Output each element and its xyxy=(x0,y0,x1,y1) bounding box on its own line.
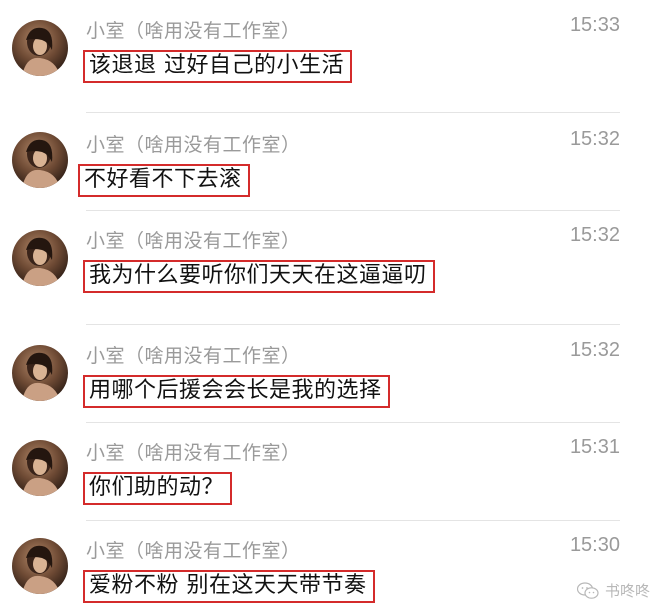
avatar-photo-icon xyxy=(22,237,60,286)
message-item[interactable]: 小室（啥用没有工作室） 15:30 爱粉不粉 别在这天天带节奏 xyxy=(0,534,620,612)
message-time: 15:30 xyxy=(569,534,620,556)
message-item[interactable]: 小室（啥用没有工作室） 15:33 该退退 过好自己的小生活 xyxy=(0,14,620,106)
wechat-icon xyxy=(576,581,599,599)
watermark-text: 书咚咚 xyxy=(604,582,650,600)
avatar-photo-icon xyxy=(22,545,60,594)
sender-name: 小室（啥用没有工作室） xyxy=(86,230,301,252)
message-text: 爱粉不粉 别在这天天带节奏 xyxy=(83,570,375,603)
message-list: 小室（啥用没有工作室） 15:33 该退退 过好自己的小生活 小室（啥用没有工作… xyxy=(0,0,664,615)
sender-name: 小室（啥用没有工作室） xyxy=(86,540,301,562)
message-time: 15:31 xyxy=(569,436,620,458)
message-text: 用哪个后援会会长是我的选择 xyxy=(83,375,390,408)
message-time: 15:33 xyxy=(569,14,620,36)
avatar-photo-icon xyxy=(22,352,60,401)
message-item[interactable]: 小室（啥用没有工作室） 15:31 你们助的动？ xyxy=(0,436,620,518)
divider xyxy=(86,324,620,325)
avatar-photo-icon xyxy=(22,139,60,188)
sender-name: 小室（啥用没有工作室） xyxy=(86,442,301,464)
divider xyxy=(86,422,620,423)
sender-name: 小室（啥用没有工作室） xyxy=(86,345,301,367)
message-time: 15:32 xyxy=(569,339,620,361)
avatar[interactable] xyxy=(12,132,68,188)
sender-name: 小室（啥用没有工作室） xyxy=(86,20,301,42)
message-text: 你们助的动？ xyxy=(83,472,233,505)
avatar[interactable] xyxy=(12,345,68,401)
message-item[interactable]: 小室（啥用没有工作室） 15:32 不好看不下去滚 xyxy=(0,128,620,210)
avatar[interactable] xyxy=(12,538,68,594)
message-text: 该退退 过好自己的小生活 xyxy=(83,50,352,83)
avatar-photo-icon xyxy=(22,27,60,76)
avatar[interactable] xyxy=(12,20,68,76)
avatar-photo-icon xyxy=(22,447,60,496)
message-item[interactable]: 小室（啥用没有工作室） 15:32 用哪个后援会会长是我的选择 xyxy=(0,339,620,421)
message-text: 我为什么要听你们天天在这逼逼叨 xyxy=(83,260,435,293)
message-item[interactable]: 小室（啥用没有工作室） 15:32 我为什么要听你们天天在这逼逼叨 xyxy=(0,224,620,316)
message-text: 不好看不下去滚 xyxy=(78,164,250,197)
avatar[interactable] xyxy=(12,230,68,286)
divider xyxy=(86,210,620,211)
divider xyxy=(86,520,620,521)
sender-name: 小室（啥用没有工作室） xyxy=(86,134,301,156)
message-time: 15:32 xyxy=(569,128,620,150)
watermark: 书咚咚 xyxy=(576,580,650,601)
message-time: 15:32 xyxy=(569,224,620,246)
divider xyxy=(86,112,620,113)
avatar[interactable] xyxy=(12,440,68,496)
